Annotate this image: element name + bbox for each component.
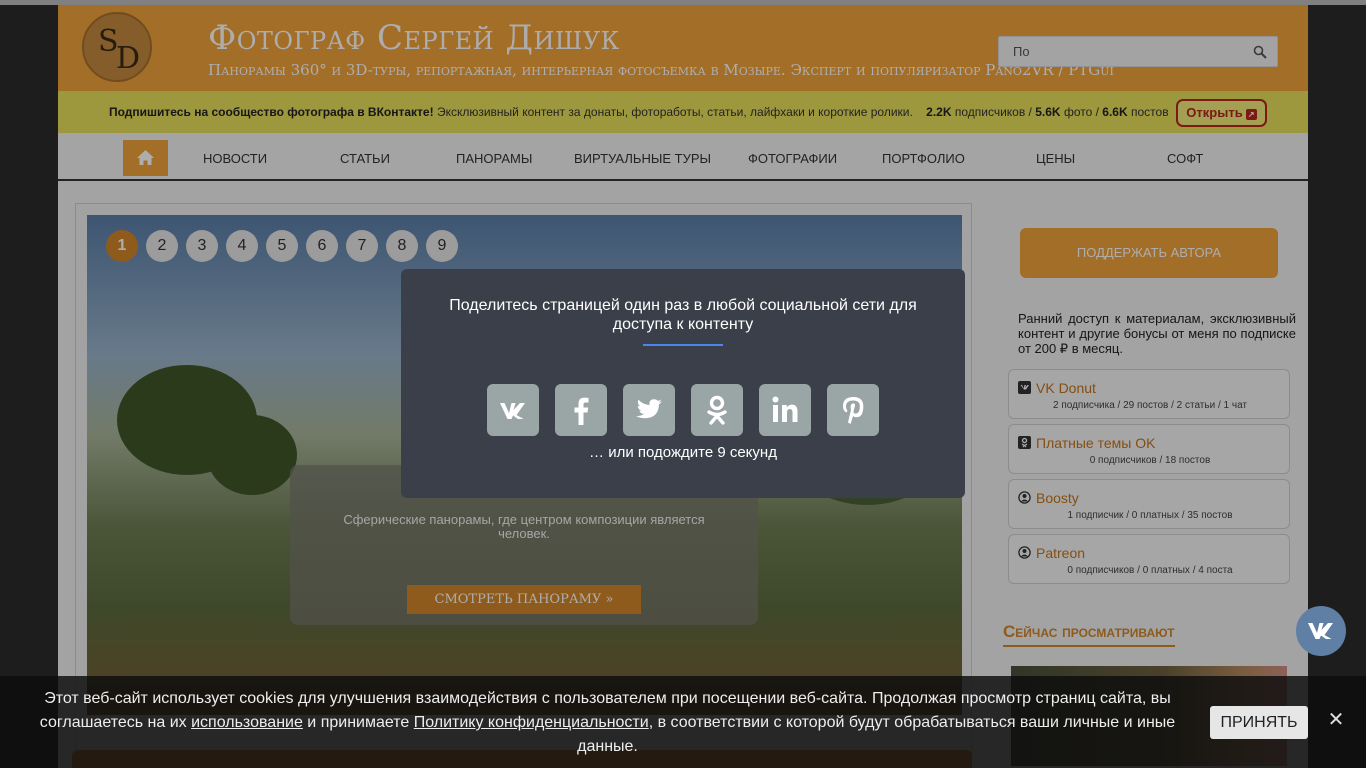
vk-icon: [1308, 623, 1333, 639]
cookie-accept-button[interactable]: ПРИНЯТЬ: [1210, 706, 1308, 739]
cookie-text: Этот веб-сайт использует cookies для улу…: [30, 687, 1185, 759]
odnoklassniki-icon: [707, 395, 727, 425]
facebook-icon: [574, 397, 589, 425]
cookie-banner: Этот веб-сайт использует cookies для улу…: [0, 676, 1366, 768]
share-modal-title: Поделитесь страницей один раз в любой со…: [449, 297, 917, 333]
share-modal: Поделитесь страницей один раз в любой со…: [401, 269, 965, 498]
pinterest-icon: [843, 397, 864, 424]
share-pinterest-button[interactable]: [827, 384, 879, 436]
share-twitter-button[interactable]: [623, 384, 675, 436]
share-vk-button[interactable]: [487, 384, 539, 436]
share-wait-text: … или подождите 9 секунд: [589, 444, 777, 461]
cookie-text-part: , в соответствии с которой будут обрабат…: [577, 714, 1176, 755]
share-odnoklassniki-button[interactable]: [691, 384, 743, 436]
privacy-policy-link[interactable]: Политику конфиденциальности: [414, 714, 649, 731]
vk-icon: [500, 403, 525, 419]
close-icon[interactable]: ✕: [1326, 709, 1346, 731]
linkedin-icon: [772, 396, 798, 422]
cookie-text-part: и принимаете: [302, 714, 414, 731]
share-facebook-button[interactable]: [555, 384, 607, 436]
share-linkedin-button[interactable]: [759, 384, 811, 436]
vk-floating-button[interactable]: [1296, 606, 1346, 656]
cookie-usage-link[interactable]: использование: [191, 714, 303, 731]
twitter-icon: [636, 399, 662, 419]
title-underline: [643, 344, 723, 346]
